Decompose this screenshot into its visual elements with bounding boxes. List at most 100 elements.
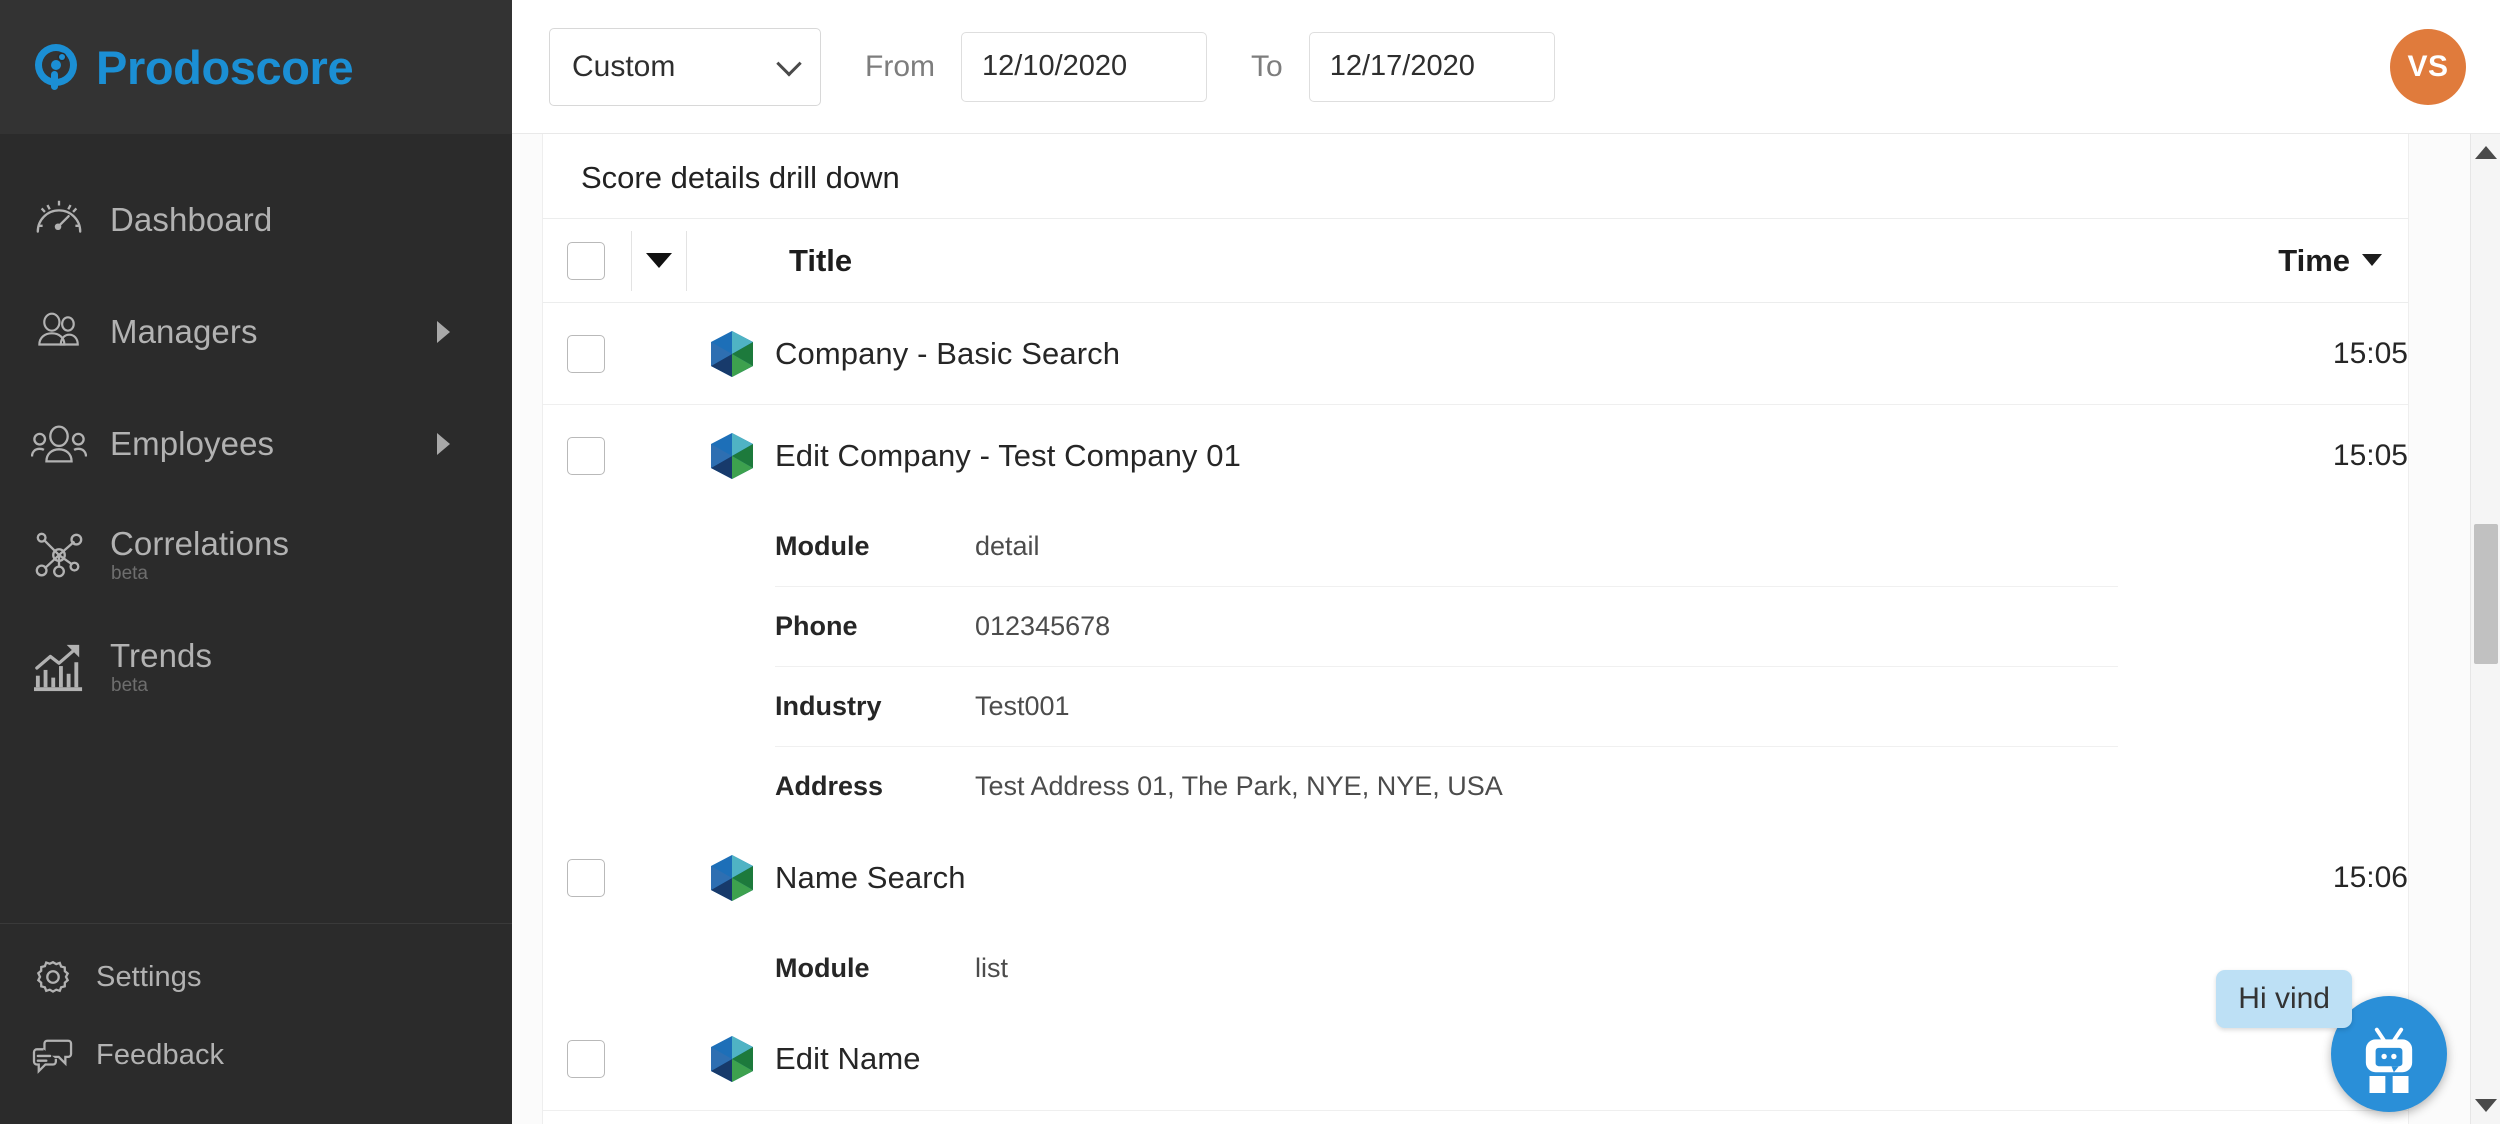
row-icon-cell — [697, 827, 775, 929]
vertical-scrollbar[interactable] — [2470, 134, 2500, 1124]
network-icon — [30, 528, 88, 584]
detail-label: Module — [775, 530, 870, 561]
from-label: From — [865, 49, 935, 83]
table-row[interactable]: Company - Basic Search 15:05 — [543, 302, 2408, 405]
sidebar-item-label: Correlations — [110, 525, 290, 563]
row-caret-cell — [621, 1008, 697, 1111]
chevron-right-icon[interactable] — [437, 321, 450, 343]
row-checkbox[interactable] — [567, 1040, 605, 1079]
row-checkbox-cell — [543, 1008, 621, 1111]
detail-value: Test001 — [975, 690, 1070, 721]
detail-label: Address — [775, 771, 884, 801]
detail-value: list — [975, 953, 1008, 983]
from-date-value: 12/10/2020 — [982, 50, 1128, 82]
sidebar-nav: Dashboard Managers Employees Correlation… — [0, 134, 512, 923]
cube-hexagon-icon — [711, 1036, 753, 1083]
sidebar-item-correlations[interactable]: Correlations beta — [0, 500, 512, 612]
sidebar-item-managers[interactable]: Managers — [0, 276, 512, 388]
row-checkbox[interactable] — [567, 436, 605, 475]
row-checkbox-cell — [543, 302, 621, 405]
detail-value: 012345678 — [975, 610, 1111, 641]
detail-row: Module list — [543, 929, 2408, 1009]
table-row[interactable]: Name Search 15:06 — [543, 827, 2408, 929]
row-checkbox-cell — [543, 405, 621, 507]
row-title: Edit Company - Test Company 01 — [775, 437, 1241, 473]
column-header-title[interactable]: Title — [775, 218, 2188, 303]
scrollbar-thumb[interactable] — [2474, 524, 2498, 664]
sidebar-bottom-nav: Settings Feedback — [0, 923, 512, 1124]
sidebar-item-label: Settings — [96, 960, 202, 993]
row-checkbox[interactable] — [567, 858, 605, 897]
table-row[interactable]: Edit Name 15:06 — [543, 1008, 2408, 1111]
column-header-time-label: Time — [2278, 242, 2350, 278]
header-caret-cell — [621, 218, 697, 303]
scroll-up-arrow-icon[interactable] — [2474, 146, 2497, 159]
row-icon-cell — [697, 405, 775, 507]
to-date-input[interactable]: 12/17/2020 — [1308, 31, 1555, 102]
row-icon-cell — [697, 1008, 775, 1111]
page-title: Score details drill down — [581, 160, 900, 195]
detail-row: Phone 012345678 — [543, 587, 2408, 667]
row-caret-cell — [621, 302, 697, 405]
from-date-input[interactable]: 12/10/2020 — [961, 31, 1207, 102]
sidebar-item-dashboard[interactable]: Dashboard — [0, 164, 512, 276]
scroll-down-arrow-icon[interactable] — [2474, 1099, 2497, 1112]
expand-all-button[interactable] — [631, 230, 687, 291]
select-all-checkbox[interactable] — [567, 241, 605, 280]
drill-down-panel: Score details drill down Title Time Comp… — [542, 134, 2409, 1124]
topbar: Custom From 12/10/2020 To 12/17/2020 VS — [512, 0, 2500, 134]
row-title: Name Search — [775, 859, 966, 895]
row-title: Position - Basic Search — [775, 1110, 2188, 1124]
table-row[interactable]: Position - Basic Search 15:06 — [543, 1110, 2408, 1124]
sidebar-item-label: Employees — [110, 424, 275, 462]
sidebar-item-employees[interactable]: Employees — [0, 388, 512, 500]
row-caret-cell — [621, 827, 697, 929]
to-date-value: 12/17/2020 — [1329, 50, 1475, 82]
column-header-time[interactable]: Time — [2188, 218, 2408, 303]
sort-descending-caret-icon — [2362, 254, 2382, 267]
sidebar-item-settings[interactable]: Settings — [0, 938, 512, 1016]
date-range-select[interactable]: Custom — [549, 27, 821, 106]
table-row[interactable]: Edit Company - Test Company 01 15:05 — [543, 405, 2408, 507]
detail-label: Industry — [775, 690, 882, 721]
chevron-right-icon[interactable] — [437, 433, 450, 455]
date-range-value: Custom — [572, 49, 676, 83]
sidebar-item-trends[interactable]: Trends beta — [0, 612, 512, 724]
gauge-icon — [30, 192, 88, 248]
sidebar-item-label: Trends — [110, 637, 213, 675]
cube-hexagon-icon — [711, 330, 753, 377]
sidebar-item-beta-badge: beta — [111, 562, 148, 584]
drill-down-table: Title Time Company - Basic Search 15:05 … — [543, 218, 2408, 1124]
detail-row: Address Test Address 01, The Park, NYE, … — [543, 747, 2408, 827]
cube-hexagon-icon — [711, 432, 753, 479]
row-time: 15:05 — [2188, 302, 2408, 405]
brand-logo[interactable]: Prodoscore — [0, 0, 512, 134]
row-time: 15:05 — [2332, 438, 2408, 472]
table-header-row: Title Time — [543, 218, 2408, 303]
chat-tooltip: Hi vind — [2216, 970, 2352, 1028]
row-caret-cell — [621, 1110, 697, 1124]
row-time: 15:06 — [2188, 1110, 2408, 1124]
row-caret-cell — [621, 405, 697, 507]
sidebar: Prodoscore Dashboard Managers Employees … — [0, 0, 512, 1124]
main-area: Custom From 12/10/2020 To 12/17/2020 VS … — [512, 0, 2500, 1124]
caret-down-icon — [646, 253, 672, 268]
select-all-cell — [543, 218, 621, 303]
detail-row: Module detail — [543, 507, 2408, 587]
user-avatar[interactable]: VS — [2390, 28, 2466, 105]
table-header: Title Time — [543, 218, 2408, 303]
chevron-down-icon — [776, 50, 802, 76]
row-icon-cell — [697, 302, 775, 405]
row-checkbox[interactable] — [567, 334, 605, 373]
table-body: Company - Basic Search 15:05 Edit Compan… — [543, 302, 2408, 1124]
detail-label: Phone — [775, 610, 858, 641]
chatbot-icon — [2365, 1027, 2413, 1093]
detail-row: Industry Test001 — [543, 667, 2408, 747]
sidebar-item-label: Feedback — [96, 1038, 225, 1071]
prodoscore-logo-icon — [30, 41, 82, 93]
detail-value: detail — [975, 530, 1040, 561]
gear-icon — [30, 949, 76, 1005]
cube-hexagon-icon — [711, 854, 753, 901]
sidebar-item-feedback[interactable]: Feedback — [0, 1016, 512, 1094]
content-area: Score details drill down Title Time Comp… — [512, 134, 2500, 1124]
